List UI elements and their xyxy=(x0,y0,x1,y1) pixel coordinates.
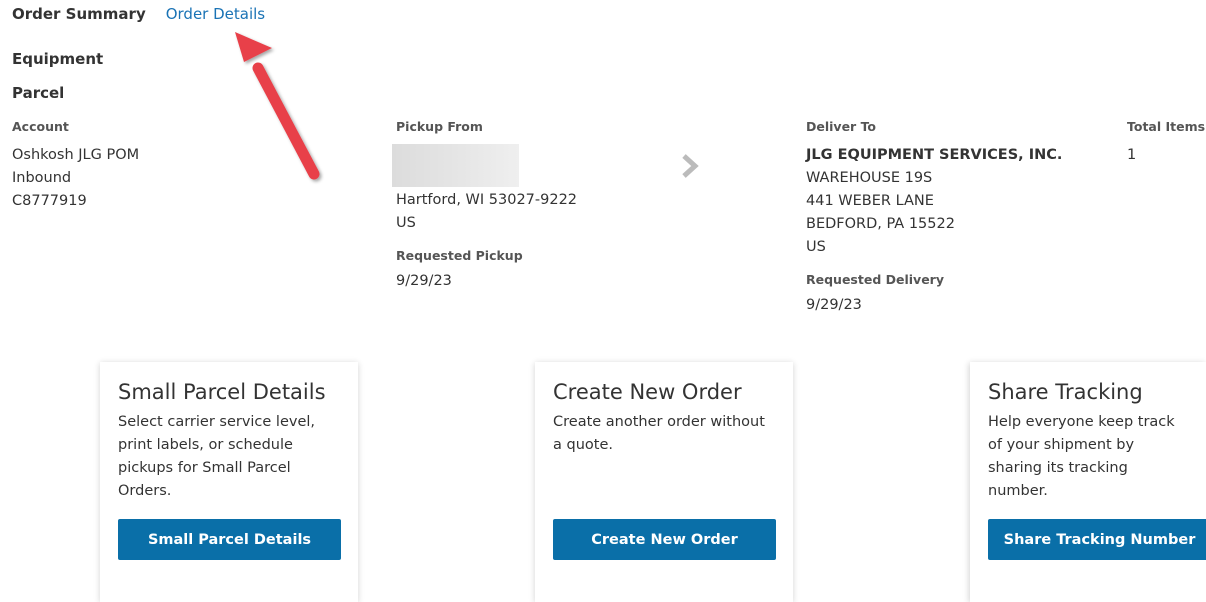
small-parcel-details-button[interactable]: Small Parcel Details xyxy=(118,519,341,560)
account-direction: Inbound xyxy=(12,170,72,186)
share-tracking-number-button[interactable]: Share Tracking Number xyxy=(988,519,1206,560)
section-parcel: Parcel xyxy=(12,84,65,102)
section-equipment: Equipment xyxy=(12,50,104,68)
card-description: Help everyone keep track of your shipmen… xyxy=(988,414,1175,499)
pickup-label: Pickup From xyxy=(396,119,483,134)
deliver-address-line1: WAREHOUSE 19S xyxy=(806,170,933,186)
card-title: Create New Order xyxy=(553,380,742,404)
card-description: Select carrier service level, print labe… xyxy=(118,414,316,499)
order-tabs: Order Summary Order Details xyxy=(12,5,265,23)
requested-pickup-date: 9/29/23 xyxy=(396,273,452,289)
pickup-country: US xyxy=(396,215,416,231)
deliver-company: JLG EQUIPMENT SERVICES, INC. xyxy=(806,147,1063,163)
account-label: Account xyxy=(12,119,69,134)
pickup-city: Hartford, WI 53027-9222 xyxy=(396,192,578,208)
deliver-label: Deliver To xyxy=(806,119,877,134)
chevron-right-icon xyxy=(682,154,699,178)
card-title: Share Tracking xyxy=(988,380,1143,404)
red-arrow-pointer xyxy=(235,32,320,180)
deliver-country: US xyxy=(806,239,826,255)
card-create-new-order: Create New Order Create another order wi… xyxy=(535,362,793,602)
tab-order-summary[interactable]: Order Summary xyxy=(12,5,146,23)
deliver-column: Deliver To JLG EQUIPMENT SERVICES, INC. … xyxy=(806,119,1062,317)
total-items-column: Total Items 1 xyxy=(1127,119,1205,167)
deliver-address-line2: 441 WEBER LANE xyxy=(806,193,934,209)
total-items-label: Total Items xyxy=(1127,119,1206,134)
account-number: C8777919 xyxy=(12,193,87,209)
create-new-order-button[interactable]: Create New Order xyxy=(553,519,776,560)
requested-delivery-label: Requested Delivery xyxy=(806,272,944,287)
deliver-address-line3: BEDFORD, PA 15522 xyxy=(806,216,955,232)
redacted-pickup-name xyxy=(392,144,519,187)
card-small-parcel-details: Small Parcel Details Select carrier serv… xyxy=(100,362,358,602)
card-description: Create another order without a quote. xyxy=(553,414,765,453)
requested-delivery-date: 9/29/23 xyxy=(806,297,862,313)
card-title: Small Parcel Details xyxy=(118,380,326,404)
tab-order-details[interactable]: Order Details xyxy=(166,5,265,23)
account-name: Oshkosh JLG POM xyxy=(12,147,140,163)
account-column: Account Oshkosh JLG POM Inbound C8777919 xyxy=(12,119,139,213)
total-items-value: 1 xyxy=(1127,147,1137,163)
requested-pickup-label: Requested Pickup xyxy=(396,248,523,263)
pickup-column: Pickup From Hartford, WI 53027-9222 US R… xyxy=(392,119,577,293)
card-share-tracking: Share Tracking Help everyone keep track … xyxy=(970,362,1206,602)
